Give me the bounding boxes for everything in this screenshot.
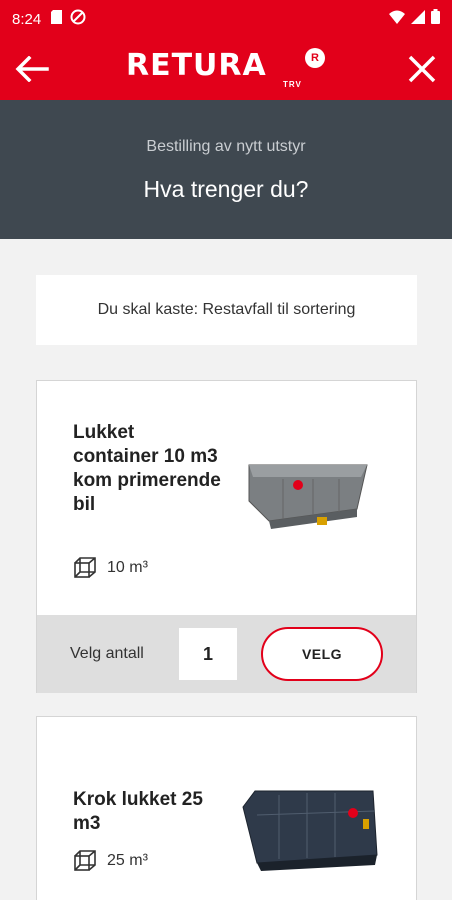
wifi-icon xyxy=(389,10,405,29)
product-volume: 10 m³ xyxy=(73,556,148,580)
product-volume: 25 m³ xyxy=(73,849,148,873)
product-card: Krok lukket 25 m3 25 m³ xyxy=(36,716,417,900)
retura-logo: RETURA R TRV xyxy=(126,46,328,92)
container-image xyxy=(248,464,368,529)
product-card: Lukket container 10 m3 kom primerende bi… xyxy=(36,380,417,693)
volume-label: 25 m³ xyxy=(107,852,148,869)
select-button[interactable]: VELG xyxy=(261,627,383,681)
logo-badge: R xyxy=(305,48,325,68)
back-button[interactable] xyxy=(10,48,54,90)
battery-icon xyxy=(431,9,440,29)
product-title: Krok lukket 25 m3 xyxy=(73,789,203,834)
waste-type-info: Du skal kaste: Restavfall til sortering xyxy=(36,275,417,345)
order-row: Velg antall VELG xyxy=(37,615,416,693)
logo-subtext: TRV xyxy=(283,80,302,89)
arrow-left-icon xyxy=(15,56,49,82)
close-icon xyxy=(408,55,436,83)
do-not-disturb-icon xyxy=(70,9,86,30)
status-time: 8:24 xyxy=(12,10,42,28)
quantity-input[interactable] xyxy=(179,628,237,680)
container-image xyxy=(242,790,378,871)
app-bar: RETURA R TRV xyxy=(0,38,452,100)
page-subtitle: Bestilling av nytt utstyr xyxy=(146,138,306,155)
page-title: Hva trenger du? xyxy=(143,176,309,202)
sim-card-icon xyxy=(51,9,63,29)
status-bar: 8:24 xyxy=(0,0,452,38)
cube-icon xyxy=(74,850,96,871)
signal-icon xyxy=(411,9,425,29)
logo-text: RETURA xyxy=(126,48,267,83)
volume-label: 10 m³ xyxy=(107,559,148,576)
cube-icon xyxy=(74,557,96,578)
product-title: Lukket container 10 m3 kom primerende bi… xyxy=(73,422,221,515)
quantity-label: Velg antall xyxy=(70,645,144,662)
page-header: Bestilling av nytt utstyr Hva trenger du… xyxy=(0,100,452,239)
close-button[interactable] xyxy=(400,48,444,90)
